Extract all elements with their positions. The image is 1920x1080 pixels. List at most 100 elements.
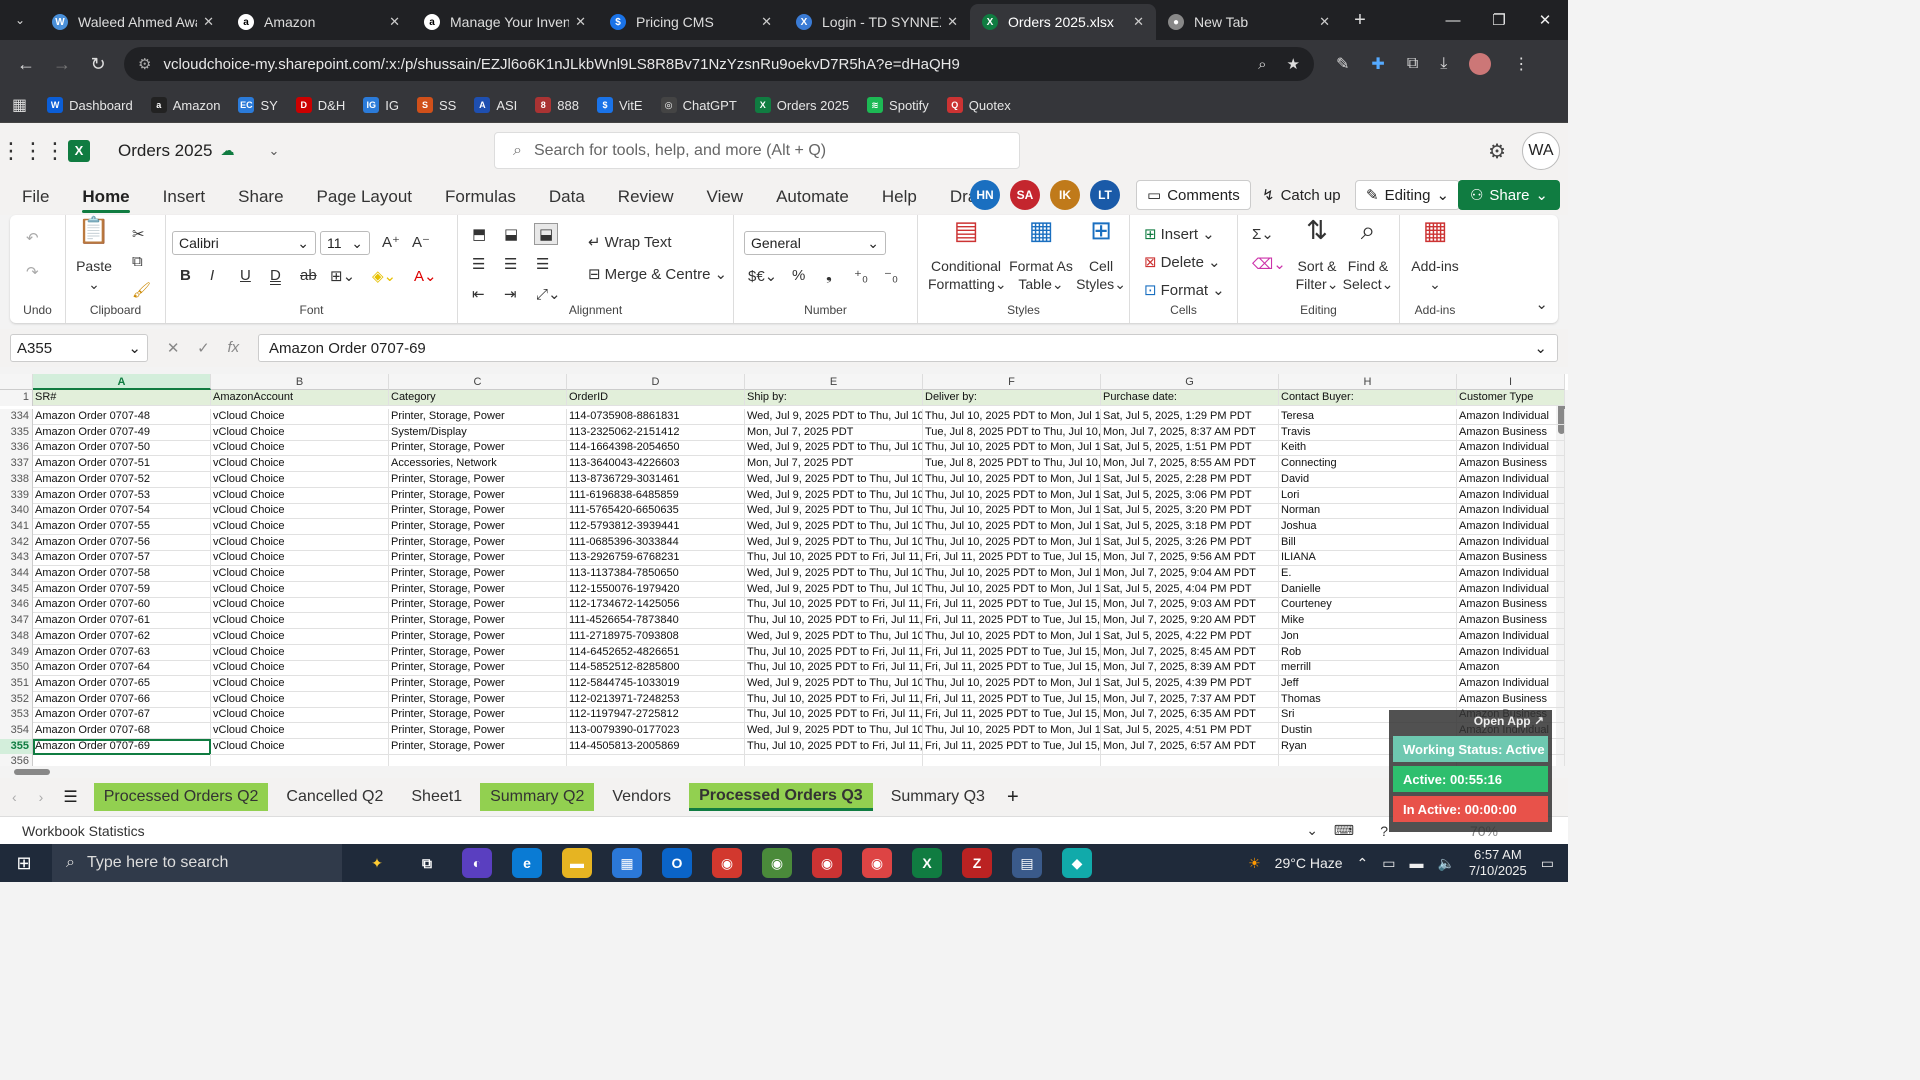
battery-icon[interactable]: ▬ <box>1409 855 1423 871</box>
bookmark-star-icon[interactable]: ★ <box>1287 55 1300 73</box>
table-cell[interactable]: Amazon Order 0707-54 <box>33 503 211 520</box>
column-header[interactable]: D <box>567 374 745 390</box>
table-cell[interactable]: Deliver by: <box>923 390 1101 406</box>
currency-icon[interactable]: $€⌄ <box>748 267 777 285</box>
table-cell[interactable]: 114-1664398-2054650 <box>567 440 745 457</box>
browser-tab[interactable]: X Orders 2025.xlsx ✕ <box>970 4 1156 40</box>
table-cell[interactable]: vCloud Choice <box>211 503 389 520</box>
table-cell[interactable]: Amazon Individual <box>1457 503 1565 520</box>
table-cell[interactable]: Amazon Business <box>1457 456 1565 473</box>
autosum-icon[interactable]: Σ⌄ <box>1252 225 1274 243</box>
table-cell[interactable] <box>923 754 1101 766</box>
table-cell[interactable]: Travis <box>1279 424 1457 441</box>
font-color-icon[interactable]: A⌄ <box>414 267 437 285</box>
table-cell[interactable]: Amazon Business <box>1457 613 1565 630</box>
table-cell[interactable]: vCloud Choice <box>211 518 389 535</box>
table-cell[interactable]: Sat, Jul 5, 2025, 1:51 PM PDT <box>1101 440 1279 457</box>
next-sheet-icon[interactable]: › <box>39 789 44 805</box>
table-cell[interactable]: Printer, Storage, Power <box>389 675 567 692</box>
table-cell[interactable]: vCloud Choice <box>211 675 389 692</box>
table-cell[interactable]: Purchase date: <box>1101 390 1279 406</box>
tab-search-chevron-icon[interactable]: ⌄ <box>0 0 40 40</box>
table-cell[interactable]: Amazon Order 0707-68 <box>33 723 211 739</box>
table-cell[interactable]: vCloud Choice <box>211 566 389 582</box>
table-cell[interactable]: Amazon Order 0707-51 <box>33 456 211 473</box>
table-cell[interactable]: 113-8736729-3031461 <box>567 471 745 488</box>
increase-decimal-icon[interactable]: ⁺₀ <box>854 267 868 285</box>
percent-icon[interactable]: % <box>792 267 805 284</box>
download-icon[interactable]: ⤓ <box>1440 55 1447 73</box>
table-cell[interactable]: vCloud Choice <box>211 644 389 661</box>
orientation-icon[interactable]: ⤢⌄ <box>536 285 561 303</box>
prev-sheet-icon[interactable]: ‹ <box>12 789 17 805</box>
select-all-corner[interactable] <box>0 374 33 390</box>
hscroll-thumb[interactable] <box>14 769 50 775</box>
table-cell[interactable]: Thu, Jul 10, 2025 PDT to Mon, Jul 14, 20… <box>923 487 1101 504</box>
close-tab-icon[interactable]: ✕ <box>1133 14 1144 30</box>
document-title[interactable]: Orders 2025 <box>118 141 213 161</box>
table-cell[interactable]: Thu, Jul 10, 2025 PDT to Mon, Jul 14, 20… <box>923 518 1101 535</box>
table-cell[interactable]: Printer, Storage, Power <box>389 581 567 598</box>
sheet-tab[interactable]: Vendors <box>602 783 681 811</box>
reload-icon[interactable]: ↻ <box>80 54 116 75</box>
taskbar-search[interactable]: ⌕ Type here to search <box>52 844 342 882</box>
browser-tab[interactable]: a Amazon ✕ <box>226 4 412 40</box>
chrome-icon-2[interactable]: ◉ <box>862 848 892 878</box>
table-cell[interactable]: Amazon Order 0707-56 <box>33 534 211 551</box>
table-cell[interactable]: Amazon Individual <box>1457 581 1565 598</box>
sheet-tab[interactable]: Summary Q2 <box>480 783 595 811</box>
table-cell[interactable]: Mon, Jul 7, 2025, 7:37 AM PDT <box>1101 691 1279 708</box>
table-cell[interactable]: Thu, Jul 10, 2025 PDT to Mon, Jul 14, 20… <box>923 534 1101 551</box>
table-cell[interactable]: vCloud Choice <box>211 440 389 457</box>
bookmark-item[interactable]: Q Quotex <box>946 97 1011 113</box>
column-header[interactable]: G <box>1101 374 1279 390</box>
extension-icon[interactable]: ✚ <box>1371 54 1384 74</box>
table-cell[interactable]: Mon, Jul 7, 2025, 8:45 AM PDT <box>1101 644 1279 661</box>
number-format-select[interactable]: General ⌄ <box>744 231 886 255</box>
row-number[interactable]: 345 <box>0 581 33 598</box>
table-cell[interactable]: Amazon Individual <box>1457 440 1565 457</box>
table-cell[interactable]: Fri, Jul 11, 2025 PDT to Tue, Jul 15, 20… <box>923 550 1101 567</box>
table-cell[interactable]: 111-2718975-7093808 <box>567 628 745 645</box>
paste-button[interactable]: 📋 Paste ⌄ <box>72 217 116 293</box>
ribbon-tab[interactable]: Insert <box>163 178 206 215</box>
table-cell[interactable]: 113-2926759-6768231 <box>567 550 745 567</box>
table-cell[interactable]: 112-5793812-3939441 <box>567 518 745 535</box>
fill-color-icon[interactable]: ◈⌄ <box>372 267 396 285</box>
calculator-icon[interactable]: ▤ <box>1012 848 1042 878</box>
table-cell[interactable] <box>745 754 923 766</box>
table-cell[interactable]: Lori <box>1279 487 1457 504</box>
wrap-text-button[interactable]: ↵ Wrap Text <box>588 233 672 252</box>
row-number[interactable]: 336 <box>0 440 33 457</box>
table-cell[interactable]: Rob <box>1279 644 1457 661</box>
table-cell[interactable]: 111-4526654-7873840 <box>567 613 745 630</box>
table-cell[interactable]: Printer, Storage, Power <box>389 409 567 425</box>
table-cell[interactable]: Amazon Individual <box>1457 675 1565 692</box>
expand-formula-icon[interactable]: ⌄ <box>1534 339 1547 357</box>
table-cell[interactable]: vCloud Choice <box>211 660 389 677</box>
table-cell[interactable]: Thu, Jul 10, 2025 PDT to Mon, Jul 14, 20… <box>923 628 1101 645</box>
ribbon-tab[interactable]: Home <box>82 178 130 215</box>
table-cell[interactable]: Printer, Storage, Power <box>389 518 567 535</box>
settings-gear-icon[interactable]: ⚙ <box>1488 139 1506 164</box>
apps-grid-icon[interactable]: ▦ <box>12 95 27 115</box>
table-cell[interactable] <box>389 754 567 766</box>
row-number[interactable]: 341 <box>0 518 33 535</box>
table-cell[interactable]: Connecting <box>1279 456 1457 473</box>
table-cell[interactable]: Thu, Jul 10, 2025 PDT to Fri, Jul 11, 20… <box>745 691 923 708</box>
table-cell[interactable]: Sat, Jul 5, 2025, 3:18 PM PDT <box>1101 518 1279 535</box>
browser-tab[interactable]: W Waleed Ahmed Awar ✕ <box>40 4 226 40</box>
table-cell[interactable]: 112-1734672-1425056 <box>567 597 745 614</box>
table-cell[interactable]: Printer, Storage, Power <box>389 503 567 520</box>
table-cell[interactable]: Wed, Jul 9, 2025 PDT to Thu, Jul 10, 202… <box>745 581 923 598</box>
table-cell[interactable]: 114-0735908-8861831 <box>567 409 745 425</box>
row-number[interactable]: 356 <box>0 754 33 766</box>
filezilla-icon[interactable]: Z <box>962 848 992 878</box>
table-cell[interactable]: Amazon Individual <box>1457 409 1565 425</box>
table-cell[interactable]: Wed, Jul 9, 2025 PDT to Thu, Jul 10, 202… <box>745 723 923 739</box>
column-header[interactable]: B <box>211 374 389 390</box>
table-cell[interactable]: Printer, Storage, Power <box>389 644 567 661</box>
row-number[interactable]: 352 <box>0 691 33 708</box>
fx-icon[interactable]: fx <box>227 339 239 357</box>
table-cell[interactable]: vCloud Choice <box>211 628 389 645</box>
